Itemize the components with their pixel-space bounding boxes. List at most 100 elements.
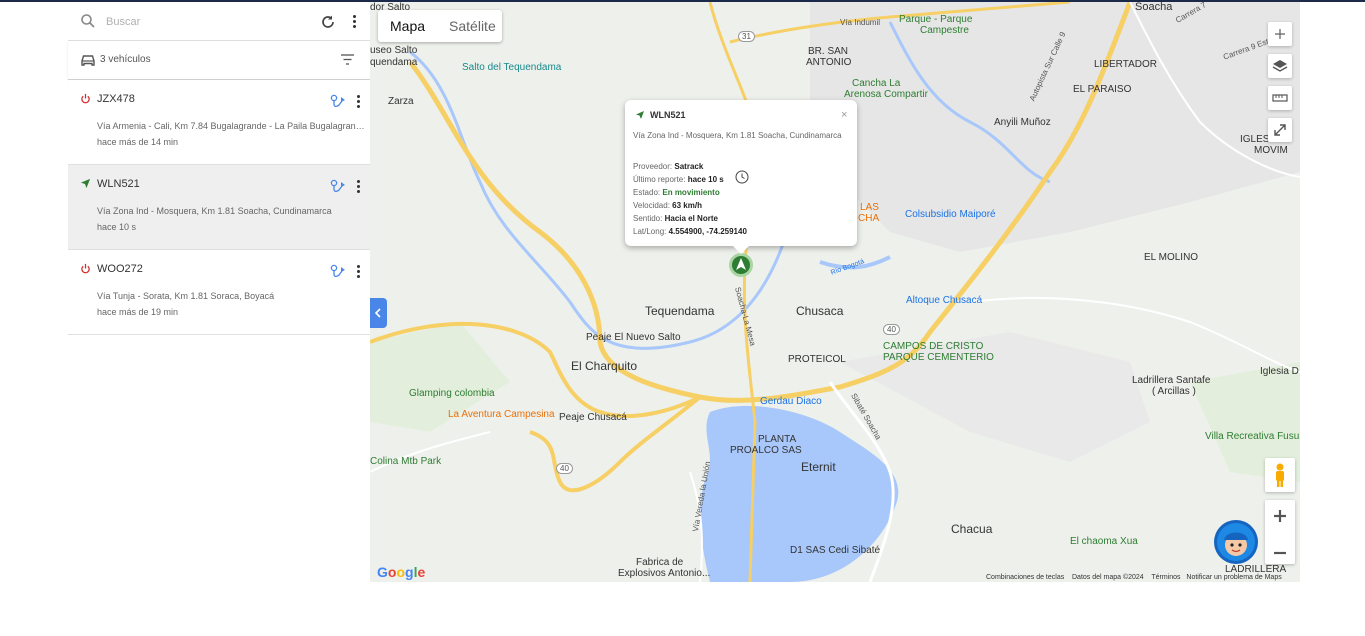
map-label: Fabrica de [636, 557, 684, 568]
map-label: Colsubsidio Maiporé [905, 209, 996, 220]
layers-control[interactable] [1268, 54, 1292, 78]
map-canvas[interactable]: Mapa Satélite dor Salto useo Salto quend… [370, 2, 1300, 582]
vehicle-options-icon[interactable] [356, 179, 360, 195]
vehicle-address: Vía Zona Ind - Mosquera, Km 1.81 Soacha,… [97, 206, 332, 216]
map-label: BR. SAN [808, 46, 849, 57]
report-problem-link[interactable]: Notificar un problema de Maps [1186, 574, 1281, 581]
direction-label: Sentido: [633, 214, 663, 223]
map-label: Villa Recreativa Fusu [1205, 431, 1300, 442]
navigation-arrow-icon [636, 111, 644, 119]
route-icon[interactable] [330, 93, 347, 109]
map-label: CAMPOS DE CRISTO [883, 341, 984, 352]
map-label: Cancha La [852, 78, 901, 89]
vehicle-item-woo272[interactable]: WOO272 Vía Tunja - Sorata, Km 1.81 Sorac… [68, 250, 370, 335]
route-icon[interactable] [330, 178, 347, 194]
expand-icon [1274, 124, 1286, 136]
measure-control[interactable] [1268, 86, 1292, 110]
map-label: Chusaca [796, 304, 844, 318]
map-label: ( Arcillas ) [1152, 386, 1196, 397]
map-label: MOVIM [1254, 145, 1288, 156]
road-shield: 31 [738, 31, 755, 42]
map-label: Peaje El Nuevo Salto [586, 332, 681, 343]
google-logo: Google [377, 564, 426, 580]
latlong-label: Lat/Long: [633, 227, 667, 236]
search-bar [68, 2, 370, 41]
road-shield: 40 [556, 463, 573, 474]
map-label: Salto del Tequendama [462, 62, 562, 73]
assistant-avatar[interactable] [1214, 520, 1258, 564]
provider-label: Proveedor: [633, 162, 673, 171]
layers-icon [1272, 60, 1288, 72]
street-view-pegman[interactable] [1265, 458, 1295, 492]
clock-icon[interactable] [735, 170, 749, 184]
chevron-left-icon [374, 308, 381, 318]
vehicle-item-jzx478[interactable]: JZX478 Vía Armenia - Cali, Km 7.84 Bugal… [68, 80, 370, 165]
map-label: EL MOLINO [1144, 252, 1199, 263]
map-label: D1 SAS Cedi Sibaté [790, 545, 881, 556]
vehicle-address: Vía Tunja - Sorata, Km 1.81 Soraca, Boya… [97, 291, 275, 301]
map-label: useo Salto [370, 45, 418, 56]
road-shield: 40 [883, 324, 900, 335]
map-label: Parque - Parque [899, 14, 973, 25]
refresh-icon[interactable] [320, 14, 336, 30]
map-label: Glamping colombia [409, 388, 495, 399]
map-label: PROTEICOL [788, 354, 846, 365]
map-base [370, 2, 1300, 582]
close-icon[interactable]: × [841, 109, 847, 121]
filter-icon[interactable] [341, 54, 354, 65]
map-label: ANTONIO [806, 57, 852, 68]
state-value: En movimiento [662, 188, 720, 197]
zoom-in-icon[interactable] [1265, 500, 1295, 532]
map-label: LAS [860, 202, 879, 213]
map-label: Anyili Muñoz [994, 117, 1051, 128]
map-label: Tequendama [645, 304, 715, 318]
popup-address: Vía Zona Ind - Mosquera, Km 1.81 Soacha,… [633, 131, 842, 140]
map-label: Explosivos Antonio... [618, 568, 711, 579]
search-input[interactable] [104, 12, 308, 32]
popup-last-report: Último reporte: hace 10 s [633, 175, 724, 184]
last-report-label: Último reporte: [633, 175, 686, 184]
tab-map[interactable]: Mapa [378, 10, 437, 42]
zoom-out-icon[interactable] [1265, 537, 1295, 569]
map-label: PARQUE CEMENTERIO [883, 352, 994, 363]
popup-speed: Velocidad: 63 km/h [633, 201, 702, 210]
vehicle-options-icon[interactable] [356, 94, 360, 110]
terms-link[interactable]: Términos [1151, 574, 1180, 581]
vehicles-count: 3 vehículos [100, 54, 151, 65]
map-label: Peaje Chusacá [559, 412, 627, 423]
search-options-icon[interactable] [352, 14, 356, 30]
plus-icon [1275, 29, 1285, 39]
route-icon[interactable] [330, 263, 347, 279]
plus-map-control[interactable] [1268, 22, 1292, 46]
map-label: Eternit [801, 460, 836, 474]
map-label: El chaoma Xua [1070, 536, 1138, 547]
pegman-icon [1276, 463, 1284, 487]
map-label: CHA [858, 213, 880, 224]
vehicle-options-icon[interactable] [356, 264, 360, 280]
map-data-text: Datos del mapa ©2024 [1072, 574, 1144, 581]
collapse-sidebar-button[interactable] [370, 298, 387, 328]
zoom-control [1265, 500, 1295, 564]
search-icon [81, 14, 95, 28]
provider-value: Satrack [674, 162, 704, 171]
navigation-arrow-icon [80, 178, 91, 189]
map-type-toggle: Mapa Satélite [378, 10, 502, 42]
map-label: quendama [370, 57, 418, 68]
map-label: Chacua [951, 522, 993, 536]
latlong-value: 4.554900, -74.259140 [668, 227, 747, 236]
vehicle-info-popup: WLN521 × Vía Zona Ind - Mosquera, Km 1.8… [625, 100, 857, 254]
vehicle-item-wln521[interactable]: WLN521 Vía Zona Ind - Mosquera, Km 1.81 … [68, 165, 370, 250]
power-off-icon [81, 263, 90, 274]
map-label: PROALCO SAS [730, 445, 802, 456]
power-off-icon [81, 93, 90, 104]
popup-provider: Proveedor: Satrack [633, 162, 703, 171]
map-label: LIBERTADOR [1094, 59, 1157, 70]
map-label: El Charquito [571, 359, 638, 373]
last-report-value: hace 10 s [687, 175, 724, 184]
popup-pointer [733, 246, 749, 254]
tab-satellite[interactable]: Satélite [437, 10, 508, 42]
fullscreen-control[interactable] [1268, 118, 1292, 142]
map-label: Campestre [920, 25, 969, 36]
keyboard-shortcuts-link[interactable]: Combinaciones de teclas [986, 574, 1064, 581]
map-label: La Aventura Campesina [448, 409, 555, 420]
